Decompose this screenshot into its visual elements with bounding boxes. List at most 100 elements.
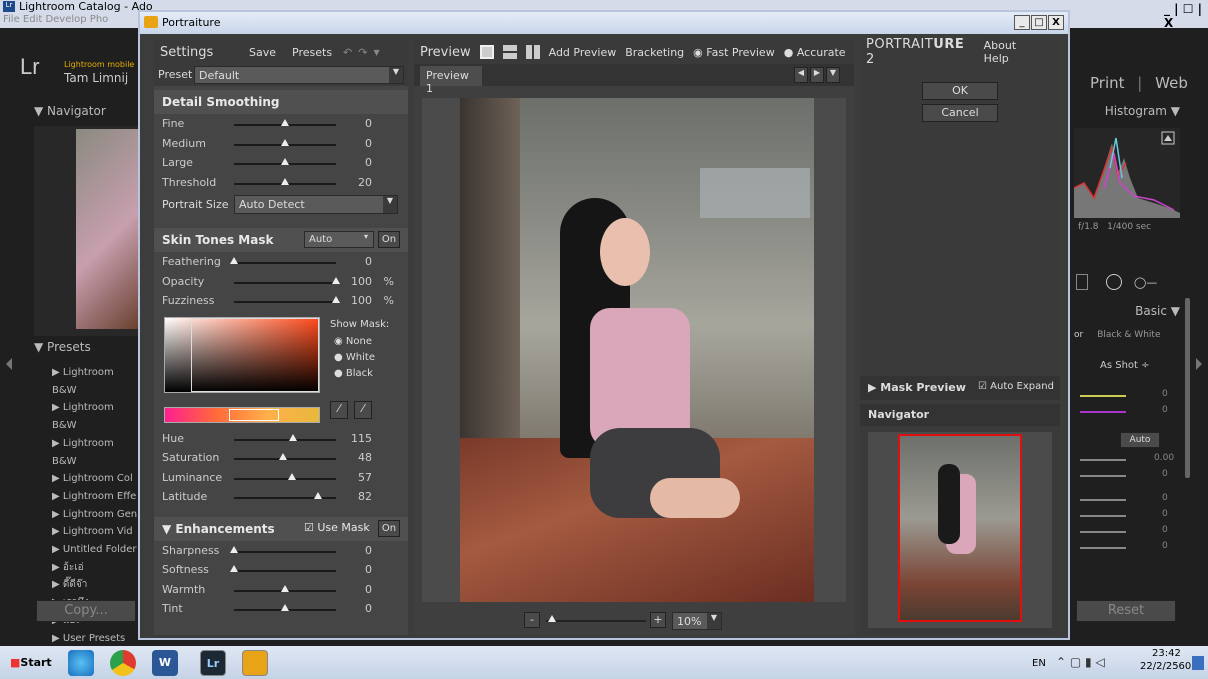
slider-thumb-icon[interactable]	[230, 545, 238, 553]
lightroom-window-controls[interactable]: _ | ☐ | X	[1164, 2, 1208, 30]
adjust-brush-icon[interactable]: ◯—	[1134, 276, 1174, 289]
auto-tone-button[interactable]: Auto	[1120, 432, 1160, 448]
slider-track[interactable]	[234, 281, 336, 284]
close-button[interactable]: X	[1048, 15, 1064, 30]
settings-menu-chevron-icon[interactable]: ▼	[373, 48, 379, 57]
slider-track[interactable]	[234, 550, 336, 553]
clock-time[interactable]: 23:42	[1152, 648, 1181, 659]
word-icon[interactable]: W	[152, 650, 178, 676]
lr-navigator-preview[interactable]	[34, 126, 138, 336]
add-preview-button[interactable]: Add Preview	[549, 46, 617, 59]
save-button[interactable]: Save	[244, 44, 282, 60]
eyedropper-icon[interactable]: ⁄	[330, 400, 348, 419]
preset-item[interactable]: ▶ Lightroom B&W	[52, 435, 140, 470]
slider-thumb-icon[interactable]	[313, 492, 322, 499]
slider-thumb-icon[interactable]	[278, 453, 287, 460]
maximize-button[interactable]: □	[1031, 15, 1047, 30]
black-white-treatment[interactable]: Black & White	[1097, 330, 1160, 340]
slider-thumb-icon[interactable]	[230, 565, 238, 572]
clock-date[interactable]: 22/2/2560	[1140, 661, 1191, 672]
zoom-select[interactable]: 10% ▼	[672, 612, 722, 630]
presets-panel-header[interactable]: ▼ Presets	[34, 340, 138, 360]
slider-track[interactable]	[234, 301, 336, 303]
slider-thumb-icon[interactable]	[281, 584, 289, 592]
ok-button[interactable]: OK	[922, 82, 998, 100]
preset-item[interactable]: ▶ Lightroom Gen	[52, 506, 140, 524]
hue-range-bar[interactable]	[164, 406, 320, 423]
single-view-icon[interactable]	[479, 45, 494, 59]
accurate-radio[interactable]: ● Accurate	[784, 46, 846, 59]
crop-tool-icon[interactable]	[1076, 274, 1088, 290]
show-mask-white-radio[interactable]: ● White	[334, 350, 375, 366]
left-panel-toggle-icon[interactable]	[6, 358, 12, 370]
slider-track[interactable]	[234, 477, 336, 480]
zoom-slider[interactable]	[546, 615, 646, 622]
slider-track[interactable]	[234, 438, 336, 441]
navigator-viewport-box[interactable]	[898, 434, 1022, 622]
mask-mode-select[interactable]: Auto ▾	[304, 231, 374, 248]
tab-preview-1[interactable]: Preview 1	[420, 66, 482, 95]
show-mask-none-radio[interactable]: ◉ None	[334, 334, 375, 350]
preview-canvas[interactable]	[422, 98, 846, 602]
bracketing-button[interactable]: Bracketing	[625, 46, 684, 59]
histogram-header[interactable]: Histogram ▼	[1074, 104, 1180, 124]
expand-icon[interactable]: ▼	[162, 522, 175, 536]
skin-mask-on-toggle[interactable]: On	[378, 231, 400, 248]
language-indicator[interactable]: EN	[1032, 658, 1046, 669]
presets-button[interactable]: Presets	[287, 44, 338, 60]
preset-item[interactable]: ▶ Lightroom B&W	[52, 364, 140, 399]
preset-item[interactable]: ▶ อ้ะเอ่	[52, 559, 140, 577]
internet-explorer-icon[interactable]	[68, 650, 94, 676]
preset-item[interactable]: ▶ User Presets	[52, 630, 140, 648]
preset-item[interactable]: ▶ Lightroom Vid	[52, 523, 140, 541]
slider-thumb-icon[interactable]	[281, 158, 289, 165]
navigator-panel-header[interactable]: ▼ Navigator	[34, 104, 138, 124]
slider-thumb-icon[interactable]	[281, 119, 289, 126]
show-desktop-icon[interactable]	[1192, 656, 1204, 670]
cancel-button[interactable]: Cancel	[922, 104, 998, 122]
zoom-in-button[interactable]: +	[650, 612, 666, 628]
eyedropper-add-icon[interactable]: ⁄	[354, 400, 372, 419]
copy-button[interactable]: Copy...	[36, 600, 136, 622]
preset-item[interactable]: ▶ ดี๊ดีจ๊า	[52, 576, 140, 594]
split-vertical-icon[interactable]	[525, 45, 540, 59]
portraiture-taskbar-icon[interactable]	[242, 650, 268, 676]
lightroom-taskbar-icon[interactable]: Lr	[200, 650, 226, 676]
preset-item[interactable]: ▶ Lightroom Col	[52, 470, 140, 488]
mask-preview-toggle[interactable]: ▶ Mask Preview	[868, 381, 966, 394]
lr-scrollbar[interactable]	[1185, 298, 1190, 478]
preset-item[interactable]: ▶ Lightroom B&W	[52, 399, 140, 434]
spot-removal-icon[interactable]	[1106, 274, 1122, 290]
reset-button[interactable]: Reset	[1076, 600, 1176, 622]
right-panel-toggle-icon[interactable]	[1196, 358, 1202, 370]
redo-icon[interactable]: ↷	[358, 46, 367, 59]
preset-select[interactable]: Default ▼	[194, 66, 404, 84]
portrait-size-select[interactable]: Auto Detect ▼	[234, 195, 398, 214]
start-button[interactable]: ■Start	[4, 651, 54, 675]
lightroom-menubar[interactable]: File Edit Develop Pho	[0, 14, 150, 28]
slider-thumb-icon[interactable]	[230, 257, 238, 264]
detail-smoothing-header[interactable]: Detail Smoothing	[154, 90, 408, 114]
preset-item[interactable]: ▶ Untitled Folder	[52, 541, 140, 559]
module-print[interactable]: Print	[1090, 74, 1125, 92]
undo-icon[interactable]: ↶	[343, 46, 352, 59]
use-mask-checkbox[interactable]: ☑ Use Mask	[304, 521, 370, 534]
split-horizontal-icon[interactable]	[502, 45, 517, 59]
basic-panel-header[interactable]: Basic ▼	[1074, 304, 1180, 318]
help-button[interactable]: Help	[979, 51, 1013, 66]
navigator-preview[interactable]	[868, 432, 1052, 628]
skin-color-picker[interactable]	[164, 316, 320, 393]
preset-item[interactable]: ▶ Lightroom Effe	[52, 488, 140, 506]
next-tab-icon[interactable]: ▶	[810, 67, 824, 83]
slider-track[interactable]	[234, 570, 336, 572]
module-web[interactable]: Web	[1155, 74, 1188, 92]
prev-tab-icon[interactable]: ◀	[794, 67, 808, 83]
auto-expand-checkbox[interactable]: ☑ Auto Expand	[978, 381, 1054, 392]
slider-thumb-icon[interactable]	[281, 138, 289, 146]
tray-icons[interactable]: ⌃ ▢ ▮ ◁	[1056, 655, 1105, 669]
slider-thumb-icon[interactable]	[288, 472, 297, 480]
slider-track[interactable]	[234, 262, 336, 264]
tab-menu-icon[interactable]: ▼	[826, 67, 840, 83]
zoom-out-button[interactable]: -	[524, 612, 540, 628]
fast-preview-radio[interactable]: ◉ Fast Preview	[693, 46, 775, 59]
